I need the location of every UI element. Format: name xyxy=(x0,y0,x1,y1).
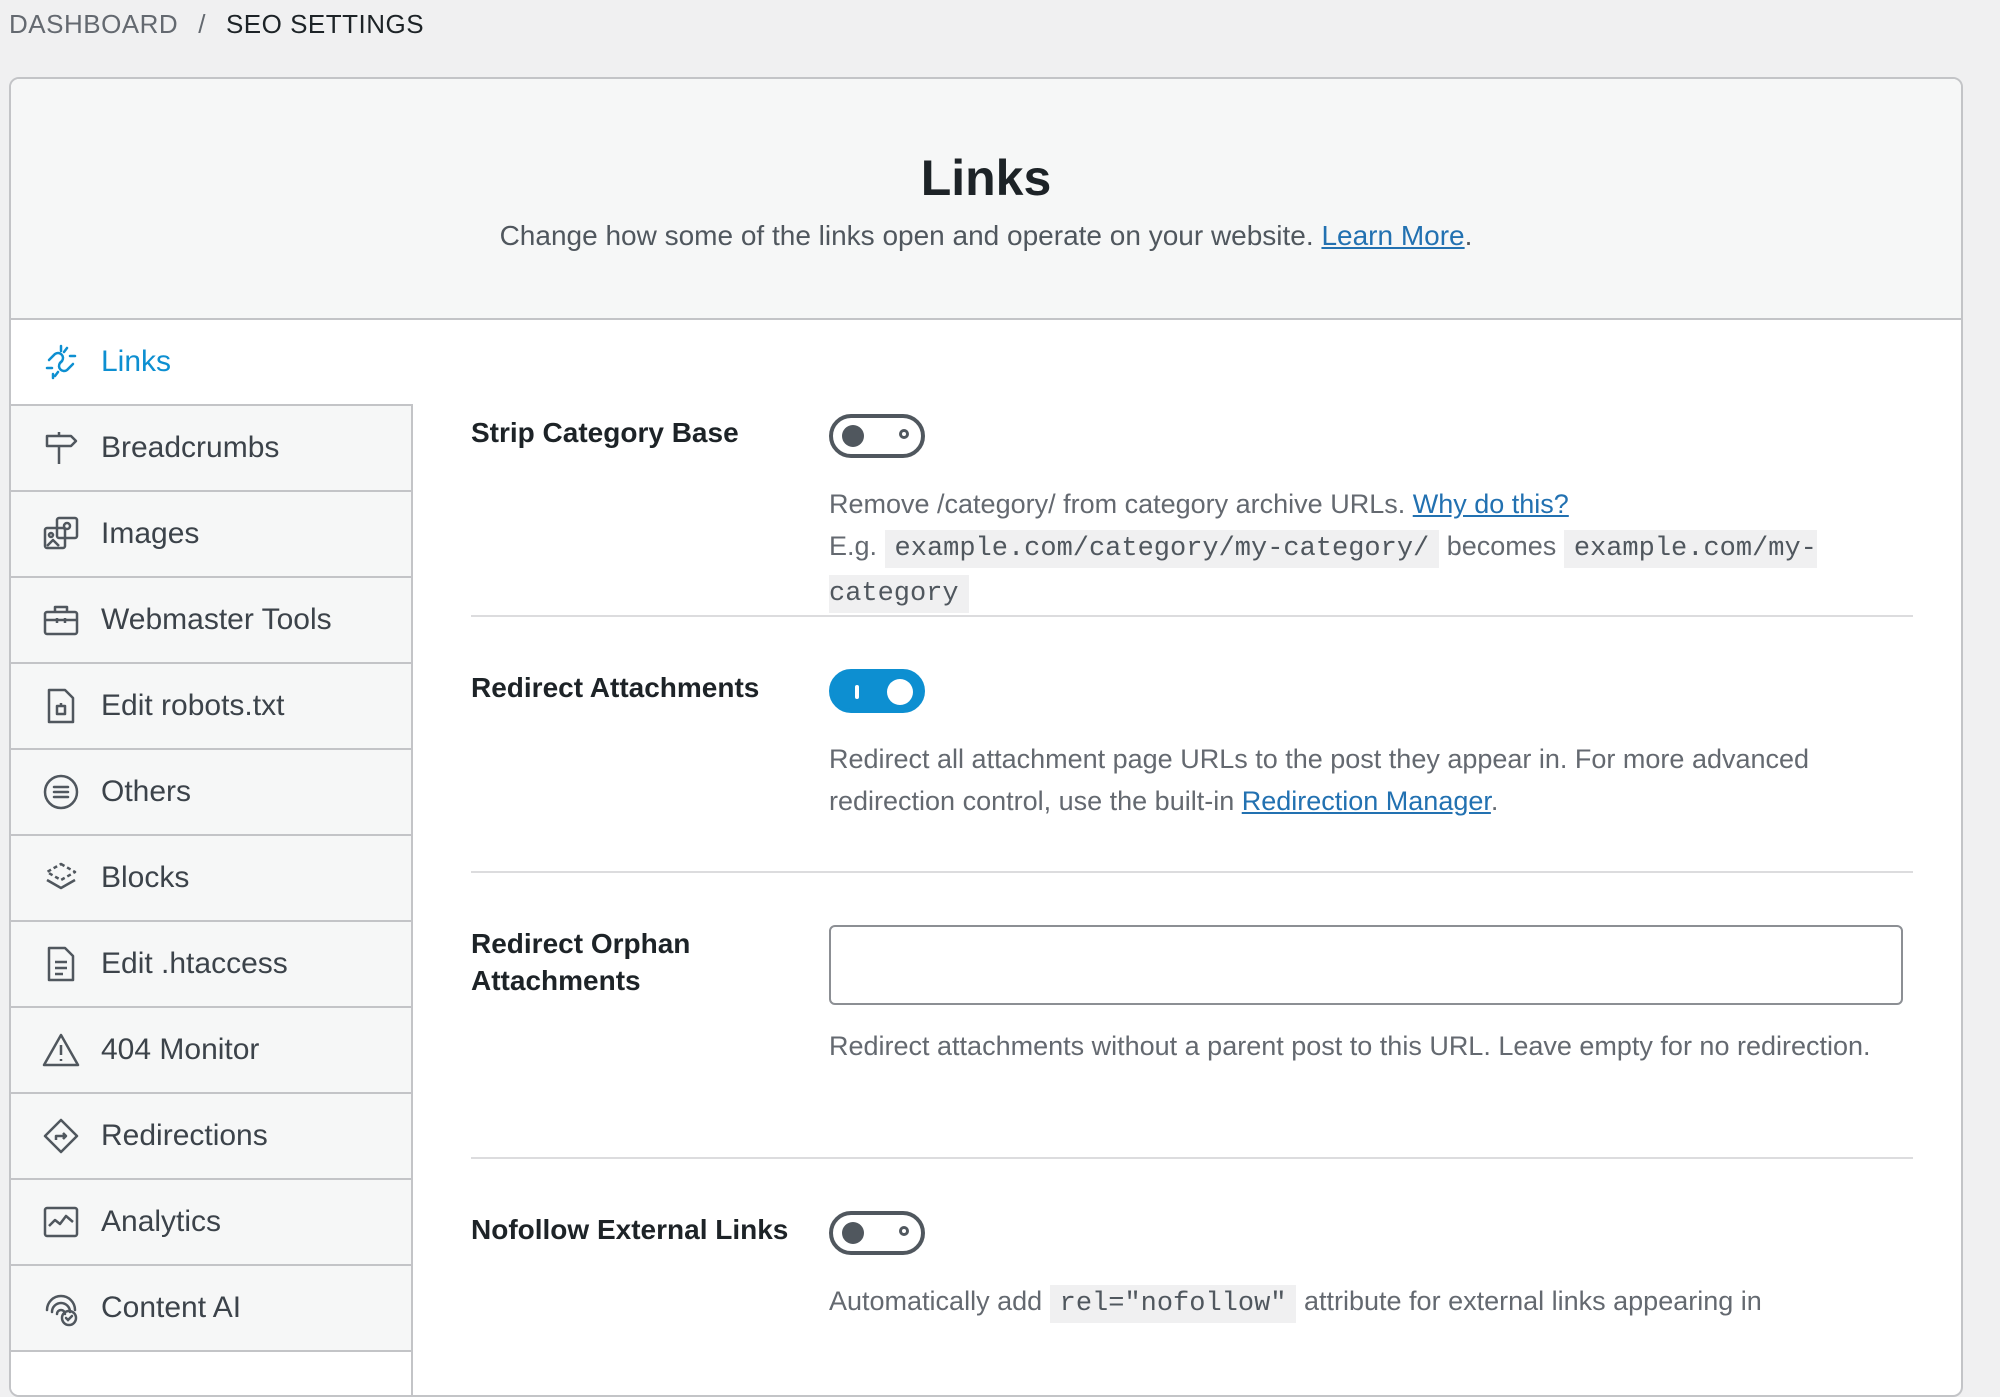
setting-body: Remove /category/ from category archive … xyxy=(829,414,1913,615)
toggle-off-mark xyxy=(899,1226,909,1236)
sidebar-item-webmaster-tools[interactable]: Webmaster Tools xyxy=(11,578,411,664)
analytics-icon xyxy=(41,1202,81,1242)
sidebar-item-content-ai[interactable]: Content AI xyxy=(11,1266,411,1352)
sidebar-item-404-monitor[interactable]: 404 Monitor xyxy=(11,1008,411,1094)
why-do-this-link[interactable]: Why do this? xyxy=(1413,489,1569,519)
settings-sidebar: Links Breadcrumbs Images Webmaster Tools… xyxy=(11,320,413,1395)
strip-category-toggle[interactable] xyxy=(829,414,925,458)
nofollow-help-prefix: Automatically add xyxy=(829,1286,1043,1316)
setting-redirect-orphan: Redirect Orphan Attachments Redirect att… xyxy=(471,873,1913,1159)
sidebar-item-redirections[interactable]: Redirections xyxy=(11,1094,411,1180)
setting-help: Automatically add rel="nofollow" attribu… xyxy=(829,1280,1913,1325)
robots-file-icon xyxy=(41,686,81,726)
nofollow-code: rel="nofollow" xyxy=(1049,1285,1297,1323)
sidebar-item-label: 404 Monitor xyxy=(101,1033,260,1066)
sidebar-item-label: Webmaster Tools xyxy=(101,603,332,636)
signpost-icon xyxy=(41,428,81,468)
redirection-manager-link[interactable]: Redirection Manager xyxy=(1242,786,1491,816)
images-icon xyxy=(41,514,81,554)
nofollow-help-suffix: attribute for external links appearing i… xyxy=(1304,1286,1762,1316)
sidebar-item-links[interactable]: Links xyxy=(11,320,413,406)
redirect-diamond-icon xyxy=(41,1116,81,1156)
example-mid: becomes xyxy=(1446,531,1557,561)
example-prefix: E.g. xyxy=(829,531,878,561)
redirect-attachments-toggle[interactable] xyxy=(829,669,925,713)
page-title: Links xyxy=(920,150,1052,206)
sidebar-item-label: Blocks xyxy=(101,861,190,894)
sidebar-item-others[interactable]: Others xyxy=(11,750,411,836)
setting-body: Redirect all attachment page URLs to the… xyxy=(829,669,1913,871)
toggle-on-mark xyxy=(855,685,859,699)
setting-label: Redirect Attachments xyxy=(471,672,760,703)
breadcrumb-current: SEO SETTINGS xyxy=(225,9,425,39)
breadcrumb: DASHBOARD / SEO SETTINGS xyxy=(9,9,424,40)
toolbox-icon xyxy=(41,600,81,640)
setting-body: Automatically add rel="nofollow" attribu… xyxy=(829,1211,1913,1395)
settings-panel: Links Change how some of the links open … xyxy=(9,77,1963,1397)
content-ai-icon xyxy=(41,1288,81,1328)
sidebar-item-label: Edit .htaccess xyxy=(101,947,288,980)
description-period: . xyxy=(1464,220,1473,251)
list-circle-icon xyxy=(41,772,81,812)
sidebar-item-label: Breadcrumbs xyxy=(101,431,280,464)
breadcrumb-dashboard[interactable]: DASHBOARD xyxy=(9,9,178,40)
setting-help: Remove /category/ from category archive … xyxy=(829,483,1913,615)
breadcrumb-separator: / xyxy=(198,9,206,39)
setting-nofollow-external: Nofollow External Links Automatically ad… xyxy=(471,1159,1913,1395)
orphan-redirect-url-input[interactable] xyxy=(829,925,1903,1005)
toggle-off-mark xyxy=(899,429,909,439)
toggle-knob xyxy=(842,425,864,447)
sidebar-item-edit-htaccess[interactable]: Edit .htaccess xyxy=(11,922,411,1008)
document-icon xyxy=(41,944,81,984)
setting-strip-category-base: Strip Category Base Remove /category/ fr… xyxy=(471,320,1913,617)
help-period: . xyxy=(1490,786,1499,816)
setting-redirect-attachments: Redirect Attachments Redirect all attach… xyxy=(471,617,1913,873)
example-from-code: example.com/category/my-category/ xyxy=(884,530,1440,568)
sidebar-item-label: Analytics xyxy=(101,1205,222,1238)
page-description-text: Change how some of the links open and op… xyxy=(499,220,1314,251)
sidebar-item-breadcrumbs[interactable]: Breadcrumbs xyxy=(11,406,411,492)
sidebar-item-label: Images xyxy=(101,517,200,550)
settings-content: Strip Category Base Remove /category/ fr… xyxy=(471,320,1913,1395)
sidebar-item-label: Others xyxy=(101,775,192,808)
setting-body: Redirect attachments without a parent po… xyxy=(829,925,1913,1157)
panel-header: Links Change how some of the links open … xyxy=(11,79,1961,320)
sidebar-item-label: Edit robots.txt xyxy=(101,689,285,722)
sidebar-item-label: Links xyxy=(101,345,172,378)
sidebar-item-analytics[interactable]: Analytics xyxy=(11,1180,411,1266)
setting-label: Redirect Orphan Attachments xyxy=(471,928,691,996)
sidebar-item-edit-robots[interactable]: Edit robots.txt xyxy=(11,664,411,750)
sidebar-item-label: Content AI xyxy=(101,1291,242,1324)
learn-more-link[interactable]: Learn More xyxy=(1321,220,1464,251)
blocks-icon xyxy=(41,858,81,898)
sidebar-item-label: Redirections xyxy=(101,1119,268,1152)
setting-help: Redirect all attachment page URLs to the… xyxy=(829,738,1913,822)
setting-help: Redirect attachments without a parent po… xyxy=(829,1031,1871,1061)
toggle-knob xyxy=(887,679,913,705)
sidebar-item-blocks[interactable]: Blocks xyxy=(11,836,411,922)
page-description: Change how some of the links open and op… xyxy=(11,220,1961,252)
setting-label: Nofollow External Links xyxy=(471,1214,789,1245)
setting-label: Strip Category Base xyxy=(471,417,739,448)
toggle-knob xyxy=(842,1222,864,1244)
strip-category-help: Remove /category/ from category archive … xyxy=(829,489,1406,519)
broken-link-icon xyxy=(41,342,81,382)
sidebar-item-images[interactable]: Images xyxy=(11,492,411,578)
nofollow-external-toggle[interactable] xyxy=(829,1211,925,1255)
warning-icon xyxy=(41,1030,81,1070)
